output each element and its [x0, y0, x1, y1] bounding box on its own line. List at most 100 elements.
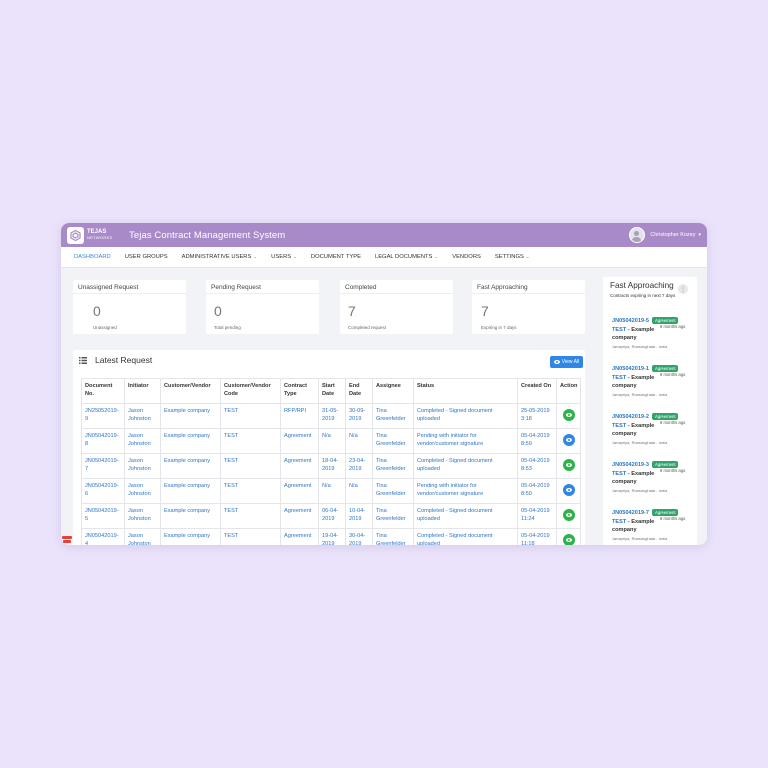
- stat-sub: Total pending: [214, 325, 241, 330]
- cell-status: Pending with initiator for vendor/custom…: [413, 478, 518, 504]
- user-menu[interactable]: Christopher Kozey ▾: [629, 227, 701, 243]
- column-header: Customer/Vendor Code: [220, 378, 281, 404]
- column-header: Start Date: [318, 378, 346, 404]
- nav-item-dashboard[interactable]: Dashboard: [74, 254, 111, 260]
- view-icon[interactable]: [562, 484, 575, 496]
- cell-code: TEST: [220, 528, 281, 545]
- top-bar: TEJAS NETWORKS Tejas Contract Management…: [61, 223, 707, 247]
- logo[interactable]: TEJAS NETWORKS: [67, 226, 117, 244]
- avatar: [629, 227, 646, 243]
- cell-code: TEST: [220, 503, 281, 529]
- location: Janapriya, Rossanghata - India: [612, 488, 668, 493]
- relative-time: 8 months ago: [660, 516, 686, 521]
- chevron-down-icon: ⌄: [293, 254, 297, 259]
- cell-status: Completed - Signed document uploaded: [413, 403, 518, 429]
- cell-start: 19-04-2019: [318, 528, 346, 545]
- user-name: Christopher Kozey: [650, 232, 696, 238]
- cell-doc[interactable]: JN05042019-4: [81, 528, 125, 545]
- view-icon[interactable]: [562, 509, 575, 521]
- stat-sub: Unassigned: [93, 325, 117, 330]
- latest-request-title: Latest Request: [95, 355, 153, 365]
- cell-doc[interactable]: JN25052019-9: [81, 403, 125, 429]
- column-header: Customer/Vendor: [160, 378, 221, 404]
- table-row: JN05042019-5 Jason Johnston Example compan…: [81, 503, 581, 529]
- document-number[interactable]: JN05042019-7: [612, 510, 649, 516]
- app-title: Tejas Contract Management System: [129, 229, 286, 241]
- column-header: Contract Type: [280, 378, 319, 404]
- stat-card-unassigned: Unassigned Request 0 Unassigned: [73, 280, 186, 334]
- stat-title: Pending Request: [211, 284, 261, 291]
- stat-card-completed: Completed 7 Completed request: [340, 280, 453, 334]
- cell-code: TEST: [220, 453, 281, 479]
- location: Janapriya, Rossanghata - India: [612, 392, 668, 397]
- view-icon[interactable]: [562, 409, 575, 421]
- more-icon[interactable]: ⋮: [678, 284, 688, 294]
- main-nav: Dashboard User Groups Administrative Users…: [61, 247, 707, 268]
- stat-title: Unassigned Request: [78, 284, 139, 291]
- view-all-button[interactable]: View All: [550, 356, 583, 368]
- cell-code: TEST: [220, 403, 281, 429]
- cell-action: [556, 403, 581, 429]
- customer-code: TEST: [612, 519, 627, 525]
- location: Janapriya, Rossanghata - India: [612, 536, 668, 541]
- app-window: TEJAS NETWORKS Tejas Contract Management…: [61, 223, 707, 545]
- item-title: TEST - Example company: [612, 470, 658, 486]
- stat-value: 7: [481, 303, 489, 319]
- view-icon[interactable]: [562, 434, 575, 446]
- view-icon[interactable]: [562, 459, 575, 471]
- table-row: JN05042019-6 Jason Johnston Example compan…: [81, 478, 581, 504]
- cell-doc[interactable]: JN05042019-8: [81, 428, 125, 454]
- latest-request-table: Document No. Initiator Customer/Vendor Cust…: [81, 378, 581, 545]
- cell-created: 05-04-2019 11:24: [517, 503, 557, 529]
- nav-item-vendors[interactable]: Vendors: [452, 254, 481, 260]
- nav-item-user-groups[interactable]: User Groups: [125, 254, 168, 260]
- column-header: Status: [413, 378, 518, 404]
- cell-created: 05-04-2019 11:18: [517, 528, 557, 545]
- document-number[interactable]: JN05042019-5: [612, 318, 649, 324]
- cell-end: N/a: [345, 428, 373, 454]
- cell-doc[interactable]: JN05042019-7: [81, 453, 125, 479]
- nav-item-label: Vendors: [452, 254, 481, 260]
- cell-doc[interactable]: JN05042019-6: [81, 478, 125, 504]
- logo-mark-icon: [67, 226, 84, 244]
- cell-customer: Example company: [160, 403, 221, 429]
- table-row: JN25052019-9 Jason Johnston Example compan…: [81, 403, 581, 429]
- customer-code: TEST: [612, 423, 627, 429]
- nav-item-legal-documents[interactable]: Legal Documents ⌄: [375, 254, 438, 260]
- cell-assignee: Tina Greenfelder: [372, 528, 414, 545]
- nav-item-settings[interactable]: Settings ⌄: [495, 254, 530, 260]
- cell-action: [556, 503, 581, 529]
- document-number[interactable]: JN05042019-3: [612, 462, 649, 468]
- contract-type-badge: Agreement: [652, 317, 679, 324]
- nav-item-users[interactable]: Users ⌄: [271, 254, 297, 260]
- nav-item-administrative-users[interactable]: Administrative Users ⌄: [182, 254, 258, 260]
- cell-type: Agreement: [280, 478, 319, 504]
- cell-doc[interactable]: JN05042019-5: [81, 503, 125, 529]
- stat-value: 0: [214, 303, 222, 319]
- cell-customer: Example company: [160, 453, 221, 479]
- cell-code: TEST: [220, 478, 281, 504]
- stat-title: Completed: [345, 284, 377, 291]
- location: Janapriya, Rossanghata - India: [612, 440, 668, 445]
- cell-type: RFP/RPI: [280, 403, 319, 429]
- cell-assignee: Tina Greenfelder: [372, 478, 414, 504]
- nav-item-label: Settings: [494, 254, 524, 260]
- cell-assignee: Tina Greenfelder: [372, 453, 414, 479]
- relative-time: 8 months ago: [660, 372, 686, 377]
- cell-action: [556, 428, 581, 454]
- table-row: JN05042019-4 Jason Johnston Example compan…: [81, 528, 581, 545]
- customer-code: TEST: [612, 471, 627, 477]
- cell-start: N/a: [318, 478, 346, 504]
- contract-type-badge: Agreement: [652, 461, 679, 468]
- view-icon[interactable]: [562, 534, 575, 545]
- cell-customer: Example company: [160, 428, 221, 454]
- nav-item-label: Legal Documents: [374, 254, 433, 260]
- document-number[interactable]: JN05042019-2: [612, 414, 649, 420]
- cell-type: Agreement: [280, 503, 319, 529]
- document-number[interactable]: JN05042019-1: [612, 366, 649, 372]
- nav-item-document-type[interactable]: Document Type: [311, 254, 361, 260]
- location: Janapriya, Rossanghata - India: [612, 344, 668, 349]
- cell-created: 25-05-2019 3:18: [517, 403, 557, 429]
- customer-code: TEST: [612, 327, 627, 333]
- cell-status: Completed - Signed document uploaded: [413, 528, 518, 545]
